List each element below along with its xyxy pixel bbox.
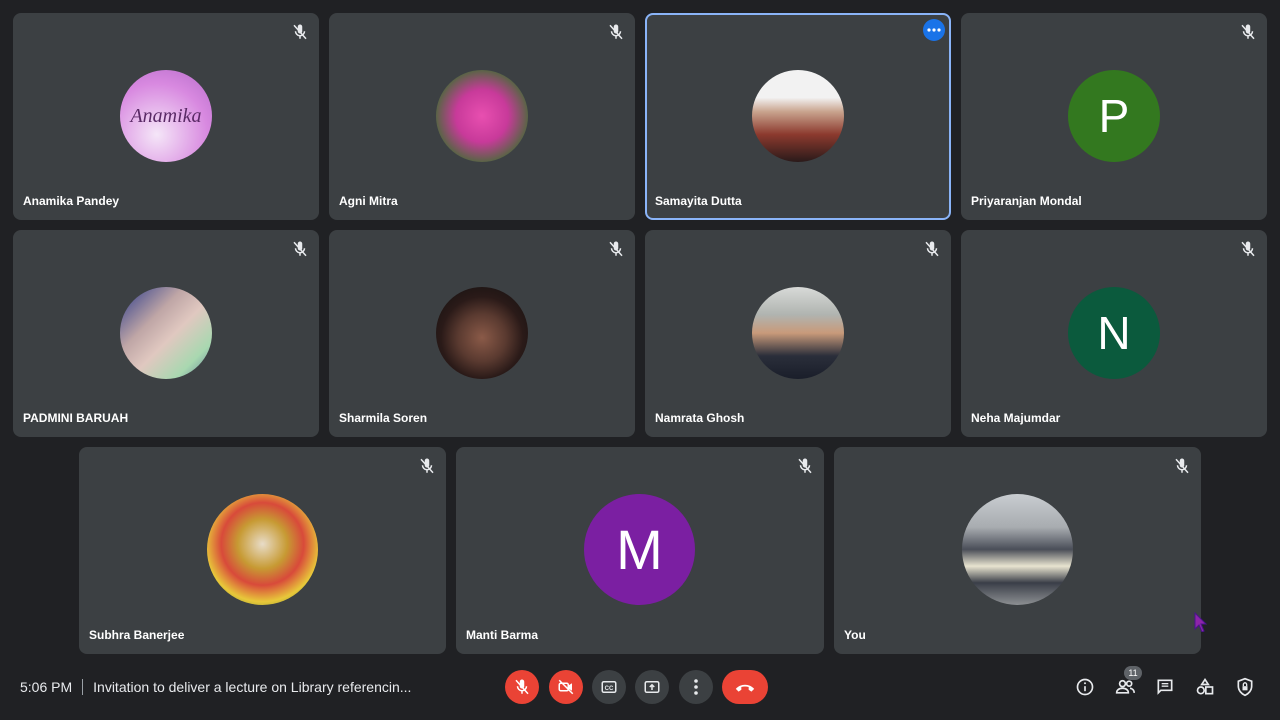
mic-off-icon: [291, 240, 309, 258]
participant-tile[interactable]: PADMINI BARUAH: [13, 230, 319, 437]
present-screen-icon: [644, 681, 660, 693]
avatar: Anamika: [120, 70, 212, 162]
present-screen-button[interactable]: [635, 670, 669, 704]
avatar: [962, 494, 1073, 605]
participants-count-badge: 11: [1124, 666, 1142, 680]
host-controls-icon: [1237, 677, 1253, 697]
participant-name: You: [844, 628, 866, 642]
svg-text:CC: CC: [605, 686, 614, 692]
avatar: [752, 70, 844, 162]
avatar-letter: N: [1097, 307, 1131, 359]
participant-tile[interactable]: Namrata Ghosh: [645, 230, 951, 437]
avatar: N: [1068, 287, 1160, 379]
avatar: M: [584, 494, 695, 605]
avatar: P: [1068, 70, 1160, 162]
divider: [82, 679, 84, 695]
activities-button[interactable]: [1194, 676, 1216, 698]
mic-off-icon: [607, 23, 625, 41]
participant-name: Agni Mitra: [339, 194, 398, 208]
participant-name: Neha Majumdar: [971, 411, 1061, 425]
participant-name: Sharmila Soren: [339, 411, 428, 425]
avatar-letter: M: [616, 518, 663, 581]
people-icon: [1115, 679, 1135, 694]
avatar: [120, 287, 212, 379]
chat-icon: [1157, 679, 1173, 695]
participant-tile[interactable]: P Priyaranjan Mondal: [961, 13, 1267, 220]
participant-tile[interactable]: Anamika Anamika Pandey: [13, 13, 319, 220]
captions-icon: CC: [601, 681, 617, 693]
participant-tile-self[interactable]: You: [834, 447, 1201, 654]
participant-tile[interactable]: Agni Mitra: [329, 13, 635, 220]
mouse-cursor-icon: [1194, 612, 1208, 632]
avatar-text: Anamika: [130, 104, 202, 127]
avatar: [436, 287, 528, 379]
participant-name: Manti Barma: [466, 628, 539, 642]
more-vert-icon: [694, 679, 698, 695]
activities-icon: [1196, 677, 1214, 695]
participant-tile[interactable]: Sharmila Soren: [329, 230, 635, 437]
mic-off-icon: [607, 240, 625, 258]
more-options-icon[interactable]: [923, 19, 945, 41]
participant-tile[interactable]: Subhra Banerjee: [79, 447, 446, 654]
mic-off-icon: [418, 457, 436, 475]
avatar: [752, 287, 844, 379]
participant-tile-active[interactable]: Samayita Dutta: [645, 13, 951, 220]
meeting-title: Invitation to deliver a lecture on Libra…: [93, 679, 412, 695]
participant-name: PADMINI BARUAH: [23, 411, 129, 425]
avatar: [436, 70, 528, 162]
chat-button[interactable]: [1154, 676, 1176, 698]
participant-name: Priyaranjan Mondal: [971, 194, 1082, 208]
participant-name: Subhra Banerjee: [89, 628, 185, 642]
participant-name: Samayita Dutta: [655, 194, 742, 208]
captions-button[interactable]: CC: [592, 670, 626, 704]
people-button[interactable]: 11: [1114, 666, 1142, 698]
clock-time: 5:06 PM: [20, 679, 73, 695]
camera-off-icon: [558, 679, 574, 695]
avatar: [207, 494, 318, 605]
participant-name: Anamika Pandey: [23, 194, 120, 208]
host-controls-button[interactable]: [1234, 676, 1256, 698]
mic-off-icon: [923, 240, 941, 258]
meeting-info: 5:06 PM Invitation to deliver a lecture …: [20, 676, 411, 698]
avatar-letter: P: [1098, 90, 1130, 142]
mic-off-icon: [291, 23, 309, 41]
microphone-toggle-button[interactable]: [505, 670, 539, 704]
more-options-button[interactable]: [679, 670, 713, 704]
mic-off-icon: [1239, 240, 1257, 258]
mic-off-icon: [515, 679, 529, 695]
participant-tile[interactable]: N Neha Majumdar: [961, 230, 1267, 437]
participant-tile[interactable]: M Manti Barma: [456, 447, 824, 654]
mic-off-icon: [1239, 23, 1257, 41]
info-icon: [1076, 678, 1094, 696]
camera-toggle-button[interactable]: [549, 670, 583, 704]
mic-off-icon: [796, 457, 814, 475]
end-call-icon: [735, 684, 755, 692]
mic-off-icon: [1173, 457, 1191, 475]
end-call-button[interactable]: [722, 670, 768, 704]
meeting-details-button[interactable]: [1074, 676, 1096, 698]
participant-name: Namrata Ghosh: [655, 411, 745, 425]
